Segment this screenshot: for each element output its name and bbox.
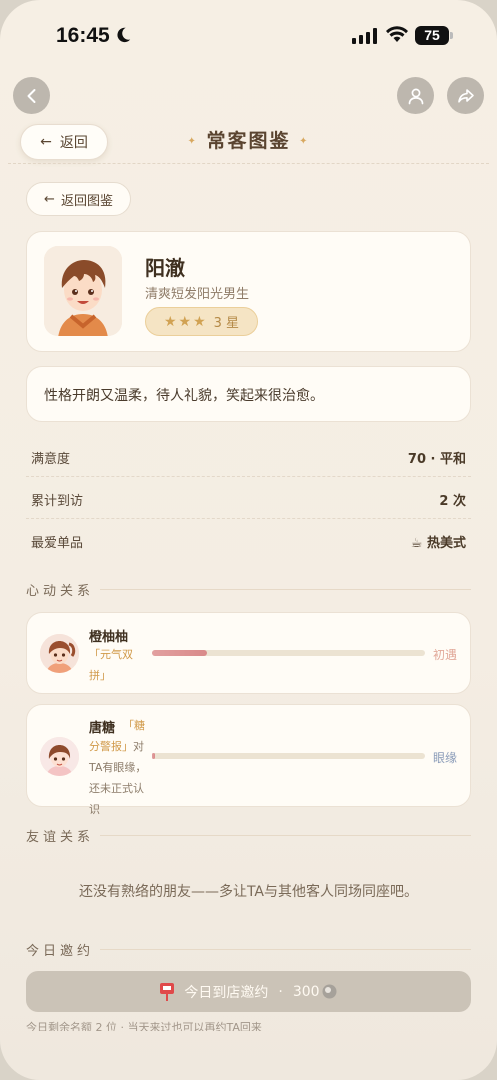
friend-empty-text: 还没有熟络的朋友——多让TA与其他客人同场同座吧。: [78, 884, 419, 900]
section-title-friend: 友谊关系: [26, 826, 471, 846]
sparkle-icon: ✦: [299, 136, 310, 147]
relation-card[interactable]: 唐糖 「糖分警报」对TA有眼缘，还未正式认识 眼缘: [26, 704, 471, 816]
wifi-icon: [386, 26, 408, 42]
stat-value: 热美式: [426, 536, 466, 551]
sparkle-icon: ✦: [187, 136, 198, 147]
stat-label: 最爱单品: [31, 536, 84, 551]
page-title-wrap: ✦ 常客图鉴 ✦: [0, 126, 497, 153]
stat-row-satisfaction: 满意度 70 · 平和: [26, 435, 471, 477]
relation-progress-bar: [152, 753, 425, 759]
customer-description: 清爽短发阳光男生: [145, 287, 250, 302]
user-icon: [408, 88, 423, 104]
invite-hint: 今日剩余名额 2 位 · 当天来过也可以再约TA回来: [26, 1021, 262, 1031]
page-title: 常客图鉴: [206, 130, 291, 152]
boy-portrait-icon: [44, 246, 122, 336]
battery-tip: [450, 32, 453, 39]
signal-icon: [352, 28, 377, 44]
relation-name: 橙柚柚: [89, 630, 129, 645]
status-time: 16:45: [56, 24, 110, 47]
star-icons: ★★★: [163, 313, 208, 330]
girl-portrait-icon: [40, 737, 79, 776]
relation-progress-bar: [152, 650, 425, 656]
invite-cost: 300: [292, 983, 320, 1000]
avatar: [40, 737, 79, 776]
relation-tag: 「元气双拼」: [89, 648, 133, 682]
stat-value-wrap: ☕ 热美式: [411, 532, 466, 551]
stat-row-visits: 累计到访 2 次: [26, 477, 471, 519]
share-icon: [457, 88, 474, 103]
avatar: [44, 246, 122, 336]
mailbox-icon: [160, 982, 175, 1001]
customer-name: 阳澈: [145, 256, 185, 280]
girl-portrait-icon: [40, 634, 79, 673]
stat-row-favorite: 最爱单品 ☕ 热美式: [26, 519, 471, 561]
coffee-icon: ☕: [410, 536, 423, 551]
coin-icon: [322, 984, 337, 999]
header-divider: [8, 163, 489, 164]
status-bar: 16:45 75: [0, 0, 497, 70]
star-rating-badge: ★★★ 3 星: [145, 307, 258, 336]
share-button[interactable]: [447, 77, 484, 114]
bio-text: 性格开朗又温柔，待人礼貌，笑起来很治愈。: [44, 388, 324, 404]
back-to-gallery-label: 返回图鉴: [60, 193, 113, 209]
bio-card: 性格开朗又温柔，待人礼貌，笑起来很治愈。: [26, 366, 471, 422]
relation-text-block: 「糖分警报」对TA有眼缘，还未正式认识: [89, 715, 151, 820]
stat-value: 70 · 平和: [407, 452, 466, 467]
back-to-gallery-button[interactable]: ← 返回图鉴: [26, 182, 131, 216]
separator-dot: ·: [278, 983, 283, 1000]
relation-progress-fill: [152, 753, 155, 759]
relation-progress-fill: [152, 650, 207, 656]
chevron-left-icon: [27, 88, 35, 103]
star-rating-label: 3 星: [213, 316, 240, 331]
stat-label: 满意度: [31, 452, 71, 467]
relation-card[interactable]: 橙柚柚 「元气双拼」 初遇: [26, 612, 471, 694]
profile-card: 阳澈 清爽短发阳光男生 ★★★ 3 星: [26, 231, 471, 352]
relation-stage: 初遇: [432, 648, 457, 662]
section-title-invite: 今日邀约: [26, 940, 471, 960]
phone-screen: 16:45 75 ← 返回 ✦ 常客图鉴 ✦ ← 返回图鉴 阳澈 清爽短发阳光男…: [0, 0, 497, 1080]
arrow-left-icon: ←: [44, 191, 55, 207]
stat-label: 累计到访: [31, 494, 84, 509]
battery-indicator: 75: [415, 26, 449, 45]
moon-icon: [117, 27, 131, 43]
profile-button[interactable]: [397, 77, 434, 114]
invite-button[interactable]: 今日到店邀约 · 300: [26, 971, 471, 1012]
avatar: [40, 634, 79, 673]
stat-value: 2 次: [439, 494, 466, 509]
section-title-crush: 心动关系: [26, 580, 471, 600]
nav-back-button[interactable]: [13, 77, 50, 114]
relation-stage: 眼缘: [432, 751, 457, 765]
invite-button-label: 今日到店邀约: [184, 984, 269, 1001]
